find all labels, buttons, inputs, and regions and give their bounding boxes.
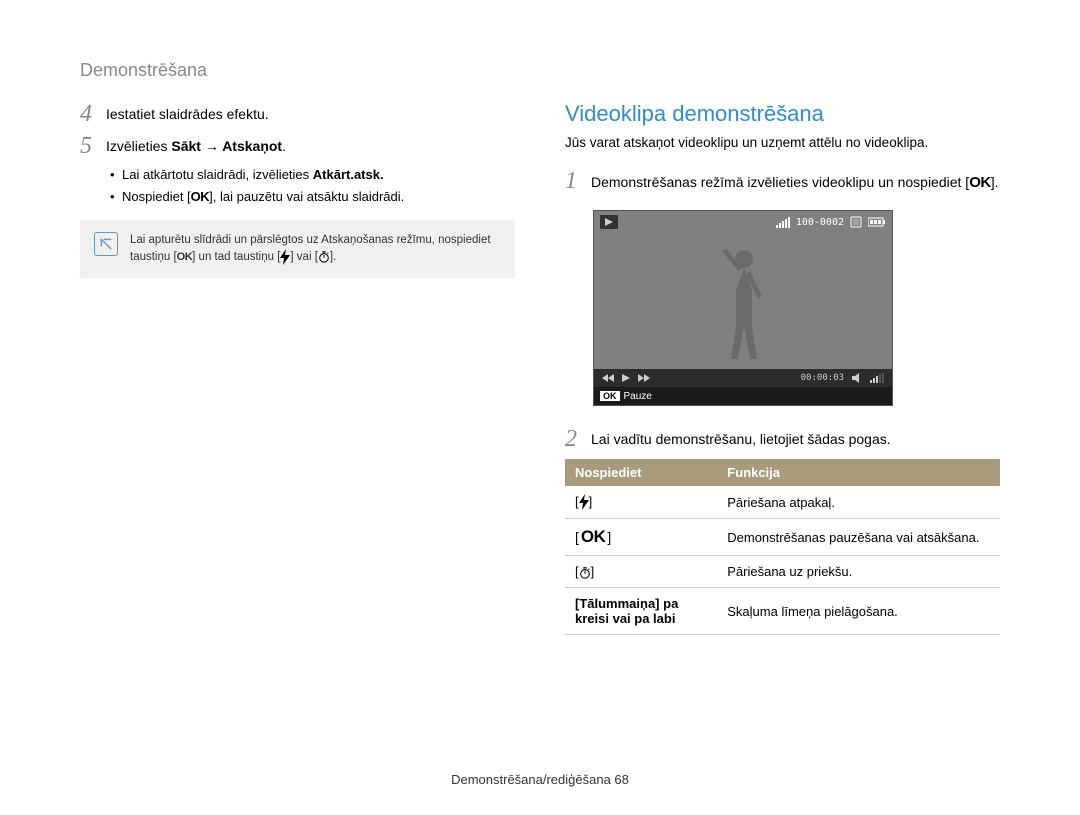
- step-5-bullets: Lai atkārtotu slaidrādi, izvēlieties Atk…: [110, 166, 515, 206]
- note-p2: ] un tad taustiņu [: [192, 251, 280, 263]
- page-number: 68: [614, 772, 628, 787]
- flash-icon: [579, 494, 589, 510]
- pause-label: Pauze: [624, 391, 652, 402]
- step-number-5: 5: [80, 133, 106, 159]
- footer-text: Demonstrēšana/rediģēšana: [451, 772, 614, 787]
- battery-icon: [868, 217, 886, 227]
- step-5-text: Izvēlieties Sākt → Atskaņot.: [106, 133, 286, 157]
- video-caption-bar: OK Pauze: [594, 387, 892, 405]
- th-press: Nospiediet: [565, 459, 717, 486]
- timer-icon: [579, 567, 591, 579]
- bullet-1-bold: Atkārt.atsk.: [313, 167, 384, 182]
- bullet-1: Lai atkārtotu slaidrādi, izvēlieties Atk…: [110, 166, 515, 184]
- timer-icon: [318, 251, 330, 263]
- ok-icon: OK: [177, 251, 193, 263]
- table-row: [Tālummaiņa] pa kreisi vai pa labi Skaļu…: [565, 588, 1000, 635]
- th-function: Funkcija: [717, 459, 1000, 486]
- table-row: [] Pāriešana atpakaļ.: [565, 486, 1000, 519]
- fn-pause: Demonstrēšanas pauzēšana vai atsākšana.: [717, 519, 1000, 556]
- video-status-bar: 100-0002: [594, 211, 892, 233]
- table-row: [OK] Demonstrēšanas pauzēšana vai atsākš…: [565, 519, 1000, 556]
- page-footer: Demonstrēšana/rediģēšana 68: [0, 772, 1080, 787]
- left-column: 4 Iestatiet slaidrādes efektu. 5 Izvēlie…: [80, 101, 515, 635]
- step-1-text: Demonstrēšanas režīmā izvēlieties videok…: [591, 168, 998, 193]
- fn-volume: Skaļuma līmeņa pielāgošana.: [717, 588, 1000, 635]
- section-title: Videoklipa demonstrēšana: [565, 101, 1000, 127]
- bullet-2: Nospiediet [OK], lai pauzētu vai atsāktu…: [110, 188, 515, 206]
- note-p3: ] vai [: [290, 251, 317, 263]
- controls-table: Nospiediet Funkcija [] Pāriešana atpakaļ…: [565, 459, 1000, 636]
- silhouette-figure: [714, 241, 774, 361]
- step-5-post: .: [282, 138, 286, 154]
- right-column: Videoklipa demonstrēšana Jūs varat atska…: [565, 101, 1000, 635]
- counter-text: 100-0002: [796, 217, 844, 228]
- bullet-2-post: ], lai pauzētu vai atsāktu slaidrādi.: [209, 189, 404, 204]
- play-icon: [622, 374, 630, 382]
- rewind-icon: [602, 374, 614, 382]
- key-zoom: [Tālummaiņa] pa kreisi vai pa labi: [565, 588, 717, 635]
- ok-badge: OK: [600, 391, 620, 401]
- key-flash: []: [565, 486, 717, 519]
- video-controls-bar: 00:00:03: [594, 369, 892, 387]
- step-number-2: 2: [565, 426, 591, 452]
- speaker-icon: [852, 373, 862, 383]
- time-text: 00:00:03: [801, 373, 844, 383]
- step-5-bold: Sākt → Atskaņot: [171, 138, 282, 154]
- playback-indicator-icon: [600, 215, 618, 229]
- ok-icon: OK: [969, 174, 991, 191]
- volume-bars-icon: [870, 373, 884, 383]
- bullet-2-pre: Nospiediet [: [122, 189, 191, 204]
- signal-icon: [776, 216, 790, 228]
- table-row: [] Pāriešana uz priekšu.: [565, 556, 1000, 588]
- bullet-1-pre: Lai atkārtotu slaidrādi, izvēlieties: [122, 167, 313, 182]
- page-header: Demonstrēšana: [80, 60, 1000, 81]
- ok-icon: OK: [191, 189, 210, 204]
- key-zoom-label: [Tālummaiņa] pa kreisi vai pa labi: [575, 596, 678, 626]
- key-ok: [OK]: [565, 519, 717, 556]
- step-1-pre: Demonstrēšanas režīmā izvēlieties videok…: [591, 174, 969, 190]
- step-5-pre: Izvēlieties: [106, 138, 171, 154]
- step-2-text: Lai vadītu demonstrēšanu, lietojiet šāda…: [591, 426, 891, 450]
- flash-icon: [280, 249, 290, 265]
- step-1-post: ].: [991, 174, 999, 190]
- note-p4: ].: [330, 251, 336, 263]
- step-number-1: 1: [565, 168, 591, 194]
- info-note: Lai apturētu slīdrādi un pārslēgtos uz A…: [80, 220, 515, 278]
- forward-icon: [638, 374, 650, 382]
- step-4-text: Iestatiet slaidrādes efektu.: [106, 101, 269, 125]
- note-icon: [94, 232, 118, 256]
- video-thumbnail: 100-0002: [593, 210, 893, 406]
- ok-icon: OK: [581, 527, 606, 547]
- note-text: Lai apturētu slīdrādi un pārslēgtos uz A…: [130, 232, 501, 266]
- fn-forward: Pāriešana uz priekšu.: [717, 556, 1000, 588]
- card-icon: [850, 216, 862, 228]
- intro-text: Jūs varat atskaņot videoklipu un uzņemt …: [565, 135, 1000, 150]
- key-timer: []: [565, 556, 717, 588]
- fn-back: Pāriešana atpakaļ.: [717, 486, 1000, 519]
- step-number-4: 4: [80, 101, 106, 127]
